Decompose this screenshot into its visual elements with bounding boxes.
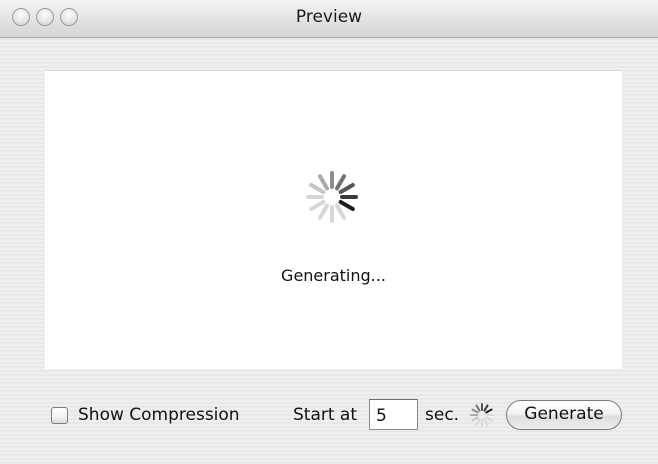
preview-window: Preview Generating... Show Compression S…: [0, 0, 658, 464]
spinner-spoke: [471, 408, 479, 414]
show-compression-checkbox[interactable]: [51, 407, 68, 424]
spinner-spoke: [338, 200, 355, 211]
window-title: Preview: [295, 7, 363, 27]
generate-button[interactable]: Generate: [506, 400, 622, 430]
title-bar[interactable]: Preview: [0, 0, 658, 38]
start-at-input[interactable]: [369, 399, 418, 430]
spinner-spoke: [485, 416, 493, 422]
spinner-spoke: [475, 418, 481, 426]
spinner-spoke: [318, 203, 329, 220]
spinner-spoke: [485, 408, 493, 414]
spinner-spoke: [483, 418, 489, 426]
spinner-spoke: [309, 200, 326, 211]
start-at-label: Start at: [293, 405, 358, 425]
spinner-spoke: [335, 174, 346, 191]
show-compression-label[interactable]: Show Compression: [78, 405, 240, 425]
small-spinner-icon: [470, 403, 494, 427]
loading-spinner-icon: [306, 171, 358, 223]
spinner-spoke: [475, 404, 481, 412]
spinner-spoke: [309, 183, 326, 194]
seconds-label: sec.: [425, 405, 460, 425]
spinner-spoke: [338, 183, 355, 194]
spinner-spoke: [471, 416, 479, 422]
spinner-spoke: [483, 404, 489, 412]
controls-bar: Show Compression Start at sec. Generate: [0, 395, 658, 435]
spinner-spoke: [335, 203, 346, 220]
spinner-spoke: [318, 174, 329, 191]
status-text: Generating...: [281, 266, 386, 285]
